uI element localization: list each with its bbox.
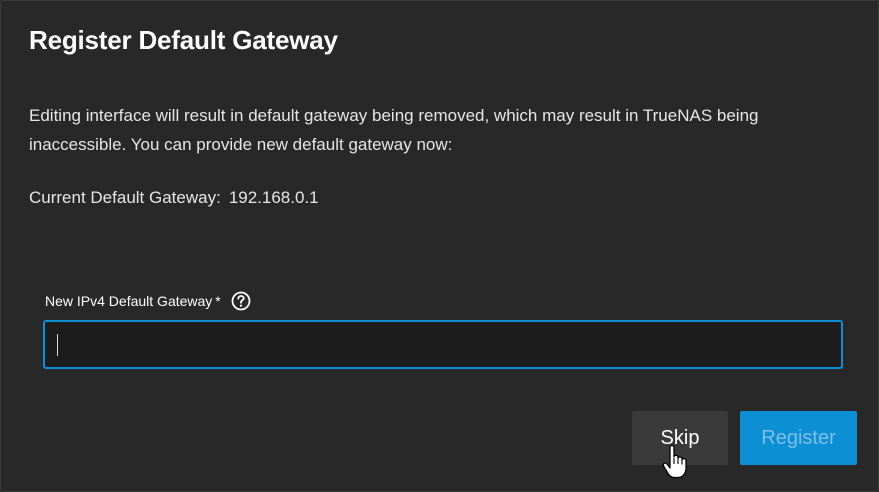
gateway-field-label-row: New IPv4 Default Gateway * <box>45 291 251 311</box>
dialog-title: Register Default Gateway <box>29 25 338 55</box>
skip-button[interactable]: Skip <box>632 411 728 465</box>
dialog-message: Editing interface will result in default… <box>29 106 759 154</box>
help-circle-icon[interactable] <box>231 291 251 311</box>
text-caret <box>57 334 58 356</box>
current-gateway-value: 192.168.0.1 <box>228 188 319 207</box>
gateway-field-label: New IPv4 Default Gateway <box>45 293 213 309</box>
required-marker: * <box>215 293 221 309</box>
register-gateway-dialog: Register Default Gateway Editing interfa… <box>0 0 879 492</box>
current-gateway-row: Current Default Gateway: 192.168.0.1 <box>29 188 319 208</box>
register-button[interactable]: Register <box>740 411 857 465</box>
gateway-input[interactable] <box>43 320 843 369</box>
current-gateway-label: Current Default Gateway: <box>29 188 221 207</box>
